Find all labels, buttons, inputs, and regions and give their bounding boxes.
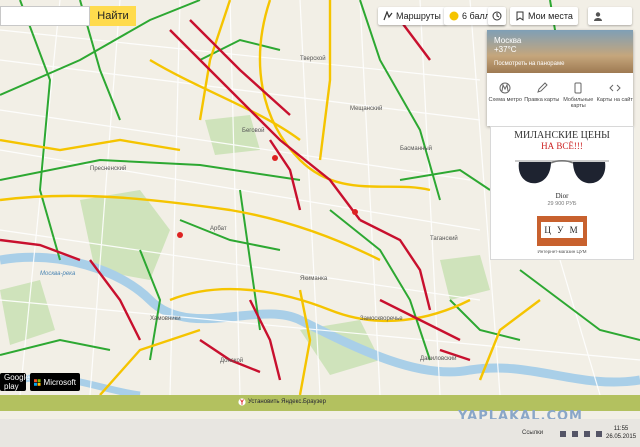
windows-store-badge[interactable]: Microsoft [30, 373, 80, 391]
ad-brand: Dior [555, 192, 569, 200]
yandex-icon [238, 398, 246, 406]
service-edit-label: Правка карты [524, 97, 560, 103]
top-toolbar: Найти Маршруты 6 баллов Мои места [0, 4, 640, 28]
taskbar-links[interactable]: Ссылки [522, 430, 543, 436]
map-label-yakimanka: Якиманка [300, 276, 328, 282]
map-label-khamovniki: Хамовники [150, 316, 181, 322]
map-label-donskoy: Донской [220, 357, 243, 364]
weather-text: +37°C [494, 45, 517, 54]
routes-label: Маршруты [396, 11, 441, 21]
map-label-tverskoy: Тверской [300, 55, 326, 62]
map-label-presnensky: Пресненский [90, 165, 126, 172]
clock-time: 11:55 [613, 426, 629, 432]
map-label-arbat: Арбат [210, 226, 227, 232]
metro-marker[interactable] [177, 232, 183, 238]
bookmark-icon [516, 11, 524, 21]
city-info-panel: Москва +37°C Посмотреть на панораме Схем… [487, 30, 633, 126]
os-taskbar: Ссылки 11:55 26.05.2015 [0, 419, 640, 447]
phone-icon [574, 82, 582, 94]
panorama-link[interactable]: Посмотреть на панораме [494, 61, 564, 67]
service-edit[interactable]: Правка карты [524, 78, 561, 124]
user-icon [594, 12, 602, 21]
service-mobile-label: Мобильные карты [563, 97, 594, 109]
ad-footer: Интернет-магазин ЦУМ [537, 249, 587, 254]
advertisement[interactable]: МИЛАНСКИЕ ЦЕНЫ НА ВСЁ!!! Dior 29 900 РУБ… [490, 126, 634, 260]
tray-icon[interactable] [560, 431, 566, 437]
service-embed-label: Карты на сайт [596, 97, 633, 103]
ad-subheadline: НА ВСЁ!!! [541, 141, 583, 151]
time-button[interactable] [488, 7, 506, 25]
pencil-icon [536, 82, 548, 93]
status-text[interactable]: Установить Яндекс.Браузер [248, 399, 326, 405]
search-input[interactable] [0, 6, 90, 26]
clock-icon [492, 11, 502, 21]
my-places-label: Мои места [528, 11, 573, 21]
city-photo[interactable]: Москва +37°C Посмотреть на панораме [487, 30, 633, 73]
user-button[interactable] [588, 7, 632, 25]
google-play-label: Google play [4, 373, 30, 391]
service-metro-label: Схема метро [488, 97, 522, 103]
metro-marker[interactable] [272, 155, 278, 161]
tsum-logo-text: Ц У М [541, 222, 583, 238]
google-play-badge[interactable]: Google play [0, 373, 30, 391]
metro-icon [499, 82, 511, 94]
volume-icon[interactable] [584, 431, 590, 437]
map-label-basmanny: Басманный [400, 145, 432, 152]
map-label-zamoskvorechye: Замоскворечье [360, 316, 403, 322]
windows-icon [34, 378, 41, 386]
map-label-danilovsky: Даниловский [420, 355, 456, 362]
traffic-light-icon [449, 11, 459, 21]
map-label-begovoy: Беговой [242, 127, 264, 134]
service-embed[interactable]: Карты на сайт [597, 78, 634, 124]
clock-date: 26.05.2015 [606, 434, 637, 440]
my-places-button[interactable]: Мои места [510, 7, 578, 25]
service-mobile[interactable]: Мобильные карты [560, 78, 597, 124]
services-row: Схема метро Правка карты Мобильные карты… [487, 78, 633, 124]
map-label-meshchansky: Мещанский [350, 105, 382, 112]
flag-icon[interactable] [596, 431, 602, 437]
service-metro[interactable]: Схема метро [487, 78, 524, 124]
sunglasses-image [515, 160, 609, 184]
windows-store-label: Microsoft [43, 377, 76, 387]
map-label-river: Москва-река [40, 271, 76, 277]
find-button[interactable]: Найти [90, 6, 136, 26]
routes-button[interactable]: Маршруты [378, 7, 446, 25]
metro-marker[interactable] [352, 209, 358, 215]
taskbar-clock[interactable]: 11:55 26.05.2015 [606, 425, 636, 441]
network-icon[interactable] [572, 431, 578, 437]
tsum-logo: Ц У М [537, 216, 587, 246]
map-label-tagansky: Таганский [430, 235, 458, 242]
ad-price: 29 900 РУБ [547, 201, 577, 207]
code-icon [609, 84, 621, 92]
routes-icon [383, 11, 393, 21]
ad-headline: МИЛАНСКИЕ ЦЕНЫ [514, 130, 610, 141]
city-name: Москва [494, 36, 522, 45]
